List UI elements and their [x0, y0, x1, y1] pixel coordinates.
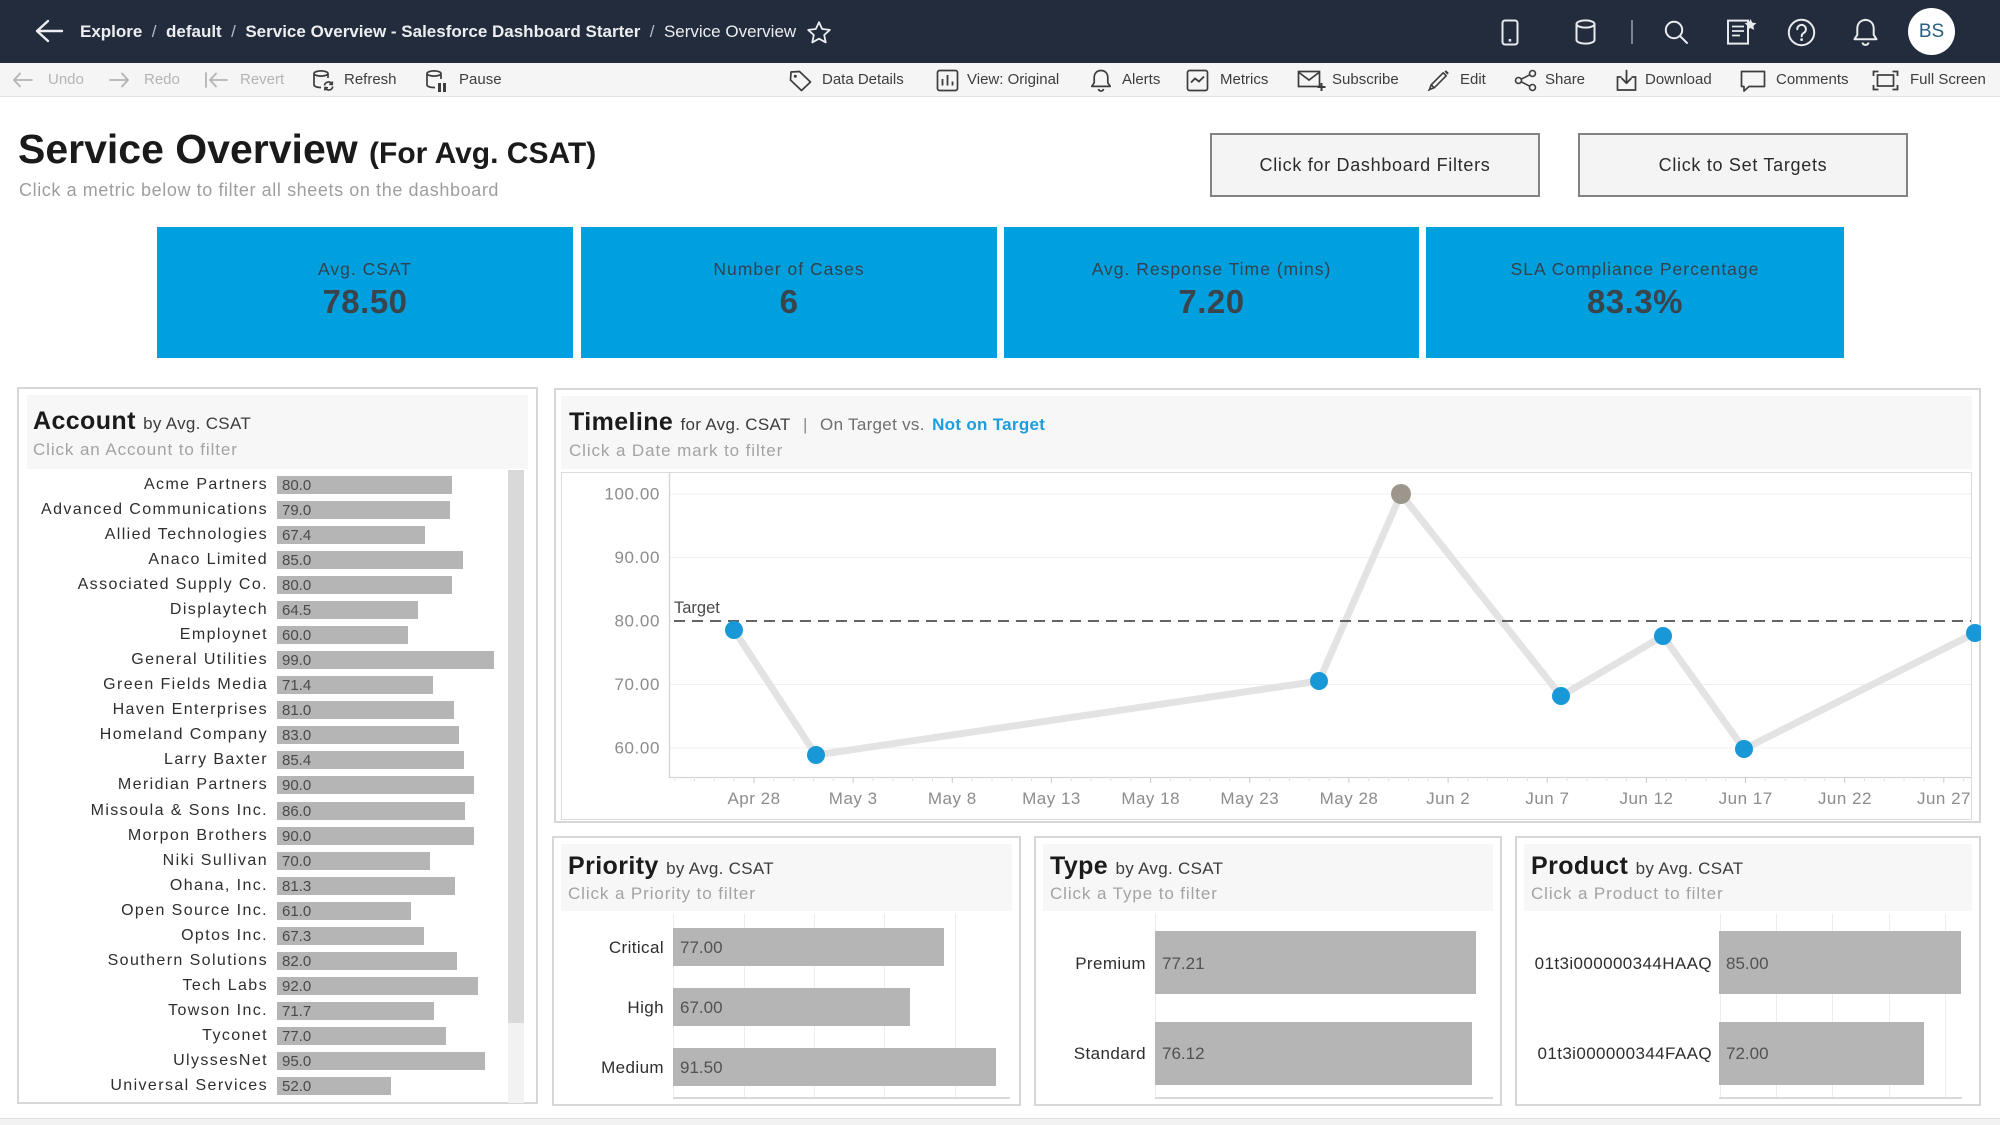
- svg-text:60.00: 60.00: [614, 739, 660, 758]
- svg-text:80.00: 80.00: [614, 612, 660, 631]
- svg-text:90.00: 90.00: [614, 548, 660, 567]
- svg-text:May 3: May 3: [829, 789, 878, 808]
- svg-text:100.00: 100.00: [604, 485, 660, 504]
- svg-text:Jun 12: Jun 12: [1619, 789, 1673, 808]
- svg-text:Jun 7: Jun 7: [1525, 789, 1569, 808]
- svg-text:May 8: May 8: [928, 789, 977, 808]
- svg-text:Jun 22: Jun 22: [1818, 789, 1872, 808]
- svg-text:Apr 28: Apr 28: [727, 789, 780, 808]
- svg-text:Jun 17: Jun 17: [1719, 789, 1773, 808]
- svg-text:May 23: May 23: [1220, 789, 1279, 808]
- svg-text:Target: Target: [674, 599, 720, 617]
- svg-text:70.00: 70.00: [614, 675, 660, 694]
- svg-text:May 13: May 13: [1022, 789, 1081, 808]
- svg-text:Jun 2: Jun 2: [1426, 789, 1470, 808]
- svg-text:May 28: May 28: [1320, 789, 1379, 808]
- svg-text:May 18: May 18: [1121, 789, 1180, 808]
- svg-text:Jun 27: Jun 27: [1917, 789, 1971, 808]
